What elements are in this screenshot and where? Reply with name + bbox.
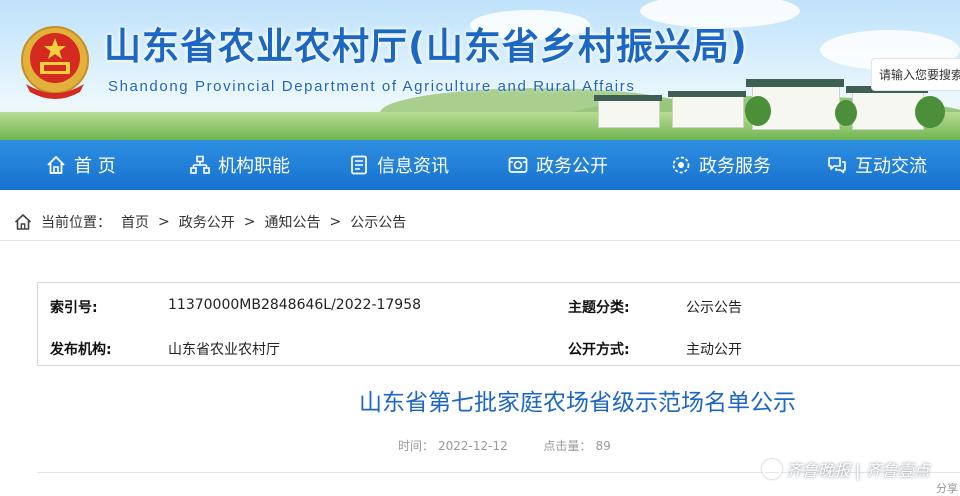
watermark-text: 齐鲁晚报 | 齐鲁壹点 bbox=[786, 461, 930, 480]
time-label: 时间： bbox=[398, 439, 435, 453]
publisher-value: 山东省农业农村厅 bbox=[168, 342, 280, 358]
breadcrumb-link-announcements[interactable]: 公示公告 bbox=[350, 212, 406, 232]
watermark-logo-icon bbox=[762, 459, 782, 479]
breadcrumb-link-notices[interactable]: 通知公告 bbox=[264, 212, 320, 232]
nav-item-label: 机构职能 bbox=[218, 156, 290, 177]
breadcrumb-separator: > bbox=[243, 214, 256, 230]
org-chart-icon bbox=[190, 155, 210, 174]
breadcrumb-divider bbox=[0, 240, 960, 241]
nav-item-interaction[interactable]: 互动交流 bbox=[827, 140, 927, 190]
category-value: 公示公告 bbox=[686, 300, 742, 316]
breadcrumb: 当前位置： 首页 > 政务公开 > 通知公告 > 公示公告 bbox=[14, 212, 406, 232]
building-roof-decoration bbox=[746, 79, 844, 87]
nav-item-home[interactable]: 首 页 bbox=[46, 140, 116, 190]
document-meta-table: 索引号: 11370000MB2848646L/2022-17958 主题分类:… bbox=[37, 282, 960, 366]
main-nav: 首 页 机构职能 信息资讯 政务公开 政务服务 互动交流 bbox=[0, 140, 960, 190]
national-emblem-icon bbox=[21, 26, 89, 99]
site-subtitle: Shandong Provincial Department of Agricu… bbox=[108, 78, 636, 95]
breadcrumb-separator: > bbox=[329, 214, 342, 230]
tree-decoration bbox=[915, 96, 945, 128]
home-icon bbox=[47, 156, 65, 174]
site-header: 山东省农业农村厅(山东省乡村振兴局) Shandong Provincial D… bbox=[0, 0, 960, 140]
index-label: 索引号: bbox=[50, 300, 98, 316]
article-title: 山东省第七批家庭农场省级示范场名单公示 bbox=[359, 390, 796, 416]
clicks-label: 点击量： bbox=[543, 439, 592, 453]
building-decoration bbox=[672, 96, 744, 128]
nav-item-label: 政务公开 bbox=[536, 156, 608, 177]
search-box bbox=[871, 58, 960, 91]
nav-item-label: 信息资讯 bbox=[377, 156, 449, 177]
building-decoration bbox=[852, 92, 924, 130]
breadcrumb-separator: > bbox=[158, 214, 170, 230]
service-icon bbox=[672, 156, 690, 174]
breadcrumb-link-public-affairs[interactable]: 政务公开 bbox=[179, 212, 235, 232]
publisher-label: 发布机构: bbox=[50, 342, 112, 358]
watermark: 齐鲁晚报 | 齐鲁壹点 bbox=[762, 457, 930, 481]
disclosure-value: 主动公开 bbox=[686, 342, 742, 358]
nav-item-services[interactable]: 政务服务 bbox=[671, 140, 771, 190]
nav-item-label: 互动交流 bbox=[855, 156, 927, 177]
building-decoration bbox=[598, 100, 660, 128]
article-info: 时间： 2022-12-12 点击量： 89 bbox=[398, 437, 615, 454]
nav-item-news[interactable]: 信息资讯 bbox=[349, 140, 449, 190]
building-roof-decoration bbox=[594, 95, 662, 101]
nav-item-label: 首 页 bbox=[74, 156, 116, 177]
nav-item-org[interactable]: 机构职能 bbox=[190, 140, 290, 190]
document-icon bbox=[351, 155, 367, 175]
nav-item-public-affairs[interactable]: 政务公开 bbox=[508, 140, 608, 190]
breadcrumb-link-home[interactable]: 首页 bbox=[121, 212, 149, 232]
chat-icon bbox=[828, 157, 846, 174]
tree-decoration bbox=[835, 100, 857, 126]
search-input[interactable] bbox=[872, 59, 960, 90]
category-label: 主题分类: bbox=[568, 300, 630, 316]
public-affairs-icon bbox=[508, 157, 528, 173]
home-icon bbox=[14, 214, 32, 230]
disclosure-label: 公开方式: bbox=[568, 342, 630, 358]
nav-item-label: 政务服务 bbox=[699, 156, 771, 177]
index-value: 11370000MB2848646L/2022-17958 bbox=[168, 297, 422, 313]
site-title: 山东省农业农村厅(山东省乡村振兴局) bbox=[104, 25, 748, 68]
tree-decoration bbox=[745, 96, 771, 126]
clicks-value: 89 bbox=[595, 439, 611, 453]
time-value: 2022-12-12 bbox=[438, 439, 508, 453]
breadcrumb-prefix: 当前位置： bbox=[41, 215, 111, 231]
building-roof-decoration bbox=[668, 91, 746, 97]
